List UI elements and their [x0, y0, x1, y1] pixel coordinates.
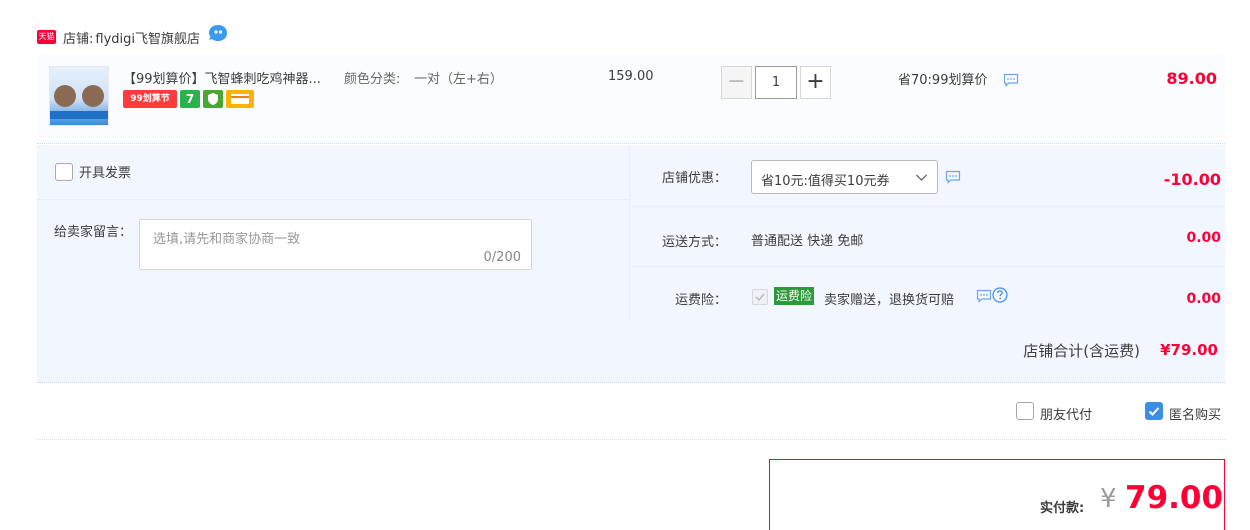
service-badges: 99划算节 7	[123, 90, 254, 108]
friend-pay-checkbox[interactable]	[1016, 402, 1034, 420]
checkmark-icon	[1148, 407, 1160, 416]
actual-payment-amount: 79.00	[1125, 480, 1224, 516]
chevron-down-icon	[916, 174, 927, 181]
actual-payment-label: 实付款:	[1040, 501, 1085, 516]
anonymous-purchase-label[interactable]: 匿名购买	[1169, 404, 1221, 423]
insurance-badge: 运费险	[774, 287, 815, 305]
order-options-panel: 开具发票 给卖家留言： 选填,请先和商家协商一致 0/200 店铺优惠： 省10…	[37, 145, 1225, 383]
currency-symbol: ¥	[1100, 484, 1117, 514]
coupon-amount: -10.00	[1163, 170, 1221, 189]
discount-info-icon[interactable]	[1003, 73, 1019, 87]
shop-header: 天猫 店铺: flydigi飞智旗舰店	[37, 24, 228, 48]
shipping-amount: 0.00	[1186, 230, 1221, 246]
insurance-text: 卖家赠送，退换货可赔	[824, 293, 955, 308]
tmall-badge-icon: 天猫	[37, 30, 56, 44]
increase-quantity-button[interactable]: +	[800, 66, 831, 99]
shipping-row: 运送方式： 普通配送 快递 免邮 0.00	[631, 207, 1225, 267]
wangwang-chat-icon[interactable]	[208, 24, 228, 42]
sku-label: 颜色分类:	[344, 72, 401, 87]
coupon-selected-value: 省10元:值得买10元券	[761, 174, 890, 189]
insurance-amount: 0.00	[1186, 291, 1221, 307]
message-label: 给卖家留言：	[54, 225, 133, 240]
seven-day-return-icon[interactable]: 7	[180, 90, 200, 108]
guarantee-shield-icon[interactable]	[203, 90, 223, 108]
options-left: 开具发票 给卖家留言： 选填,请先和商家协商一致 0/200	[37, 145, 630, 320]
unit-price: 159.00	[608, 69, 654, 84]
options-right: 店铺优惠： 省10元:值得买10元券 -10.00 运送方式： 普通配送 快递 …	[631, 145, 1225, 320]
actual-payment-box: 实付款: ¥ 79.00	[769, 459, 1225, 530]
shipping-method: 普通配送 快递 免邮	[751, 234, 864, 249]
insurance-label: 运费险：	[674, 293, 727, 308]
item-discount-text: 省70:99划算价	[898, 73, 988, 88]
message-char-count: 0/200	[483, 250, 521, 265]
extra-options-row: 朋友代付 匿名购买	[37, 390, 1225, 440]
anonymous-purchase-checkbox[interactable]	[1145, 402, 1163, 420]
invoice-label[interactable]: 开具发票	[79, 162, 131, 181]
insurance-row: 运费险： 运费险 卖家赠送，退换货可赔 0.00	[631, 267, 1225, 320]
friend-pay-label[interactable]: 朋友代付	[1040, 404, 1092, 423]
insurance-chat-icon[interactable]	[976, 289, 992, 303]
product-title-link[interactable]: 【99划算价】飞智蜂刺吃鸡神器...	[123, 68, 321, 87]
store-total-label: 店铺合计(含运费)	[1023, 342, 1140, 360]
coupon-select[interactable]: 省10元:值得买10元券	[751, 160, 938, 194]
order-item-row: 【99划算价】飞智蜂刺吃鸡神器... 颜色分类: 一对（左+右） 99划算节 7…	[37, 54, 1225, 144]
insurance-checkbox	[752, 289, 768, 305]
invoice-checkbox[interactable]	[55, 163, 73, 181]
store-total-value: ¥79.00	[1160, 341, 1218, 359]
help-question-icon[interactable]	[992, 287, 1008, 303]
shop-prefix: 店铺:	[63, 31, 94, 47]
shop-name-link[interactable]: flydigi飞智旗舰店	[95, 28, 200, 47]
festival-badge-icon[interactable]: 99划算节	[123, 90, 177, 108]
message-placeholder: 选填,请先和商家协商一致	[153, 232, 301, 247]
insurance-icons	[976, 287, 1008, 303]
quantity-input[interactable]	[755, 66, 797, 99]
shipping-label: 运送方式：	[661, 235, 727, 250]
sku-value: 一对（左+右）	[414, 72, 503, 87]
product-thumbnail[interactable]	[49, 66, 109, 126]
coupon-label: 店铺优惠：	[661, 171, 727, 186]
seller-message-textarea[interactable]: 选填,请先和商家协商一致 0/200	[139, 219, 532, 270]
coupon-row: 店铺优惠： 省10元:值得买10元券 -10.00	[631, 145, 1225, 207]
credit-card-icon[interactable]	[226, 90, 254, 108]
quantity-stepper: − +	[721, 66, 831, 99]
decrease-quantity-button[interactable]: −	[721, 66, 752, 99]
item-total-price: 89.00	[1166, 69, 1217, 88]
invoice-row: 开具发票	[37, 145, 630, 200]
coupon-info-icon[interactable]	[945, 170, 961, 184]
